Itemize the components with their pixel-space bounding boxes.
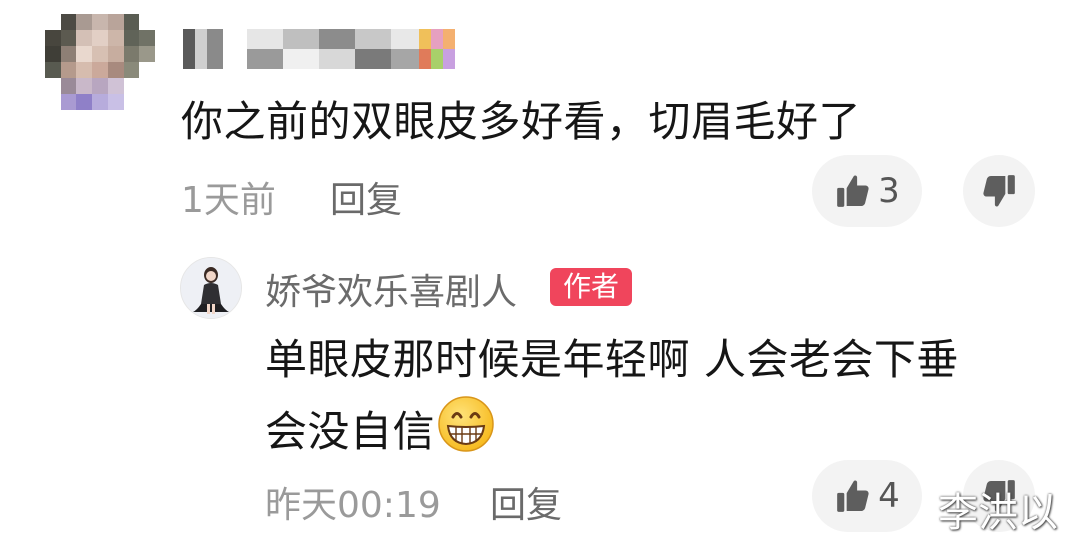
- author-badge: 作者: [550, 268, 632, 306]
- reply-reply-button[interactable]: 回复: [490, 476, 562, 528]
- comment-reply-button[interactable]: 回复: [330, 171, 402, 223]
- comment-like-button[interactable]: 3: [812, 155, 922, 227]
- reply-like-count: 4: [878, 476, 900, 516]
- comment-like-count: 3: [878, 171, 900, 211]
- watermark: 李洪以: [938, 490, 1058, 536]
- comment-dislike-button[interactable]: [963, 155, 1035, 227]
- author-name[interactable]: 娇爷欢乐喜剧人: [265, 263, 517, 315]
- grinning-face-emoji-icon: [437, 395, 495, 469]
- reply-like-button[interactable]: 4: [812, 460, 922, 532]
- comment-timestamp: 1天前: [181, 180, 276, 221]
- author-avatar[interactable]: [180, 257, 242, 319]
- comment-thread: 你之前的双眼皮多好看，切眉毛好了 1天前 回复 3 娇爷欢乐喜剧人 作者 单眼皮…: [0, 0, 1080, 551]
- reply-text-line1: 单眼皮那时候是年轻啊 人会老会下垂: [265, 335, 959, 384]
- commenter-username-censored[interactable]: [183, 28, 455, 70]
- thumbs-up-icon: [834, 172, 872, 210]
- thumbs-up-icon: [834, 477, 872, 515]
- reply-timestamp: 昨天00:19: [265, 485, 441, 526]
- comment-text: 你之前的双眼皮多好看，切眉毛好了: [181, 97, 862, 146]
- thumbs-down-icon: [980, 172, 1018, 210]
- commenter-avatar[interactable]: [45, 14, 155, 126]
- reply-text-line2: 会没自信: [265, 395, 495, 469]
- reply-text-line2-text: 会没自信: [265, 407, 436, 456]
